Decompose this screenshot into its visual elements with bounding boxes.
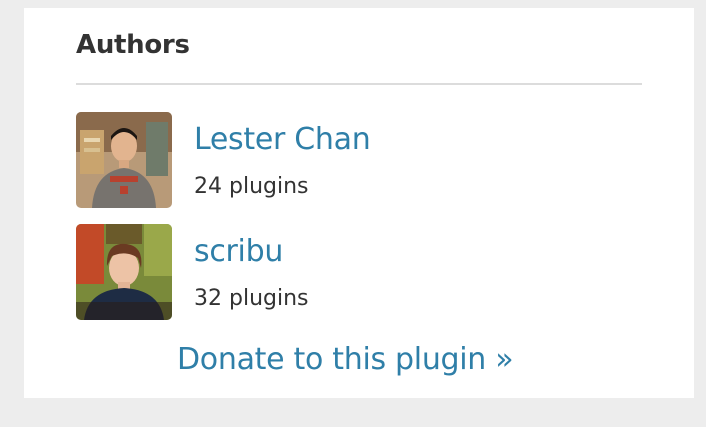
donate-link[interactable]: Donate to this plugin » bbox=[177, 342, 514, 377]
author-avatar[interactable] bbox=[76, 224, 172, 320]
authors-widget: Authors Lester Chan 24 plugins scribu 32… bbox=[24, 8, 694, 398]
author-avatar[interactable] bbox=[76, 112, 172, 208]
author-item: Lester Chan 24 plugins bbox=[76, 112, 636, 212]
avatar-photo-icon bbox=[76, 112, 172, 208]
author-name-link[interactable]: scribu bbox=[194, 234, 283, 269]
author-plugin-count: 24 plugins bbox=[194, 174, 309, 199]
author-item: scribu 32 plugins bbox=[76, 224, 636, 324]
author-plugin-count: 32 plugins bbox=[194, 286, 309, 311]
widget-title: Authors bbox=[76, 30, 190, 60]
avatar-photo-icon bbox=[76, 224, 172, 320]
title-divider bbox=[76, 83, 642, 85]
author-name-link[interactable]: Lester Chan bbox=[194, 122, 371, 157]
